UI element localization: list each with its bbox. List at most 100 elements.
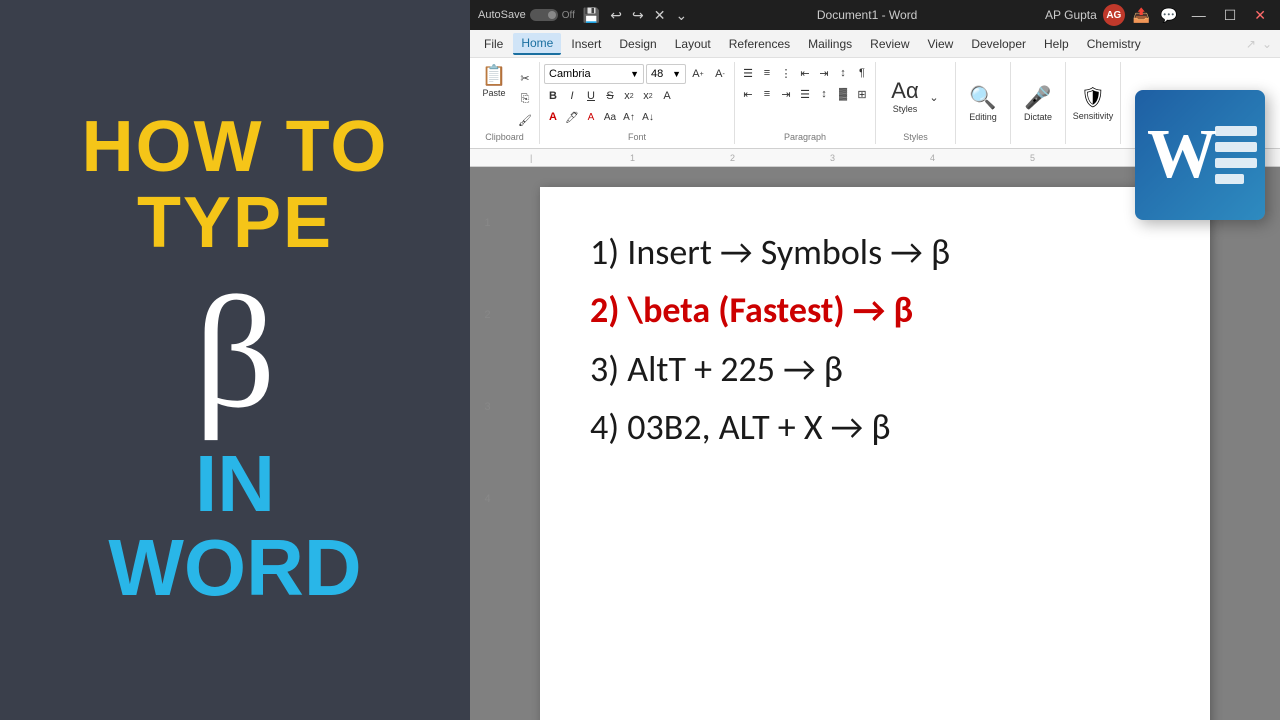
- strikethrough-button[interactable]: S: [601, 87, 619, 105]
- doc-title: Document1 - Word: [695, 8, 1039, 22]
- subtitle-line2: WORD: [108, 526, 361, 610]
- multilevel-button[interactable]: ⋮: [777, 64, 795, 82]
- save-icon[interactable]: 💾: [581, 7, 602, 24]
- format-painter-button[interactable]: 🖌: [515, 110, 535, 130]
- copy-button[interactable]: ⎘: [515, 89, 535, 109]
- bold-button[interactable]: B: [544, 87, 562, 105]
- menu-chemistry[interactable]: Chemistry: [1079, 34, 1149, 54]
- shading-button[interactable]: A: [582, 108, 600, 126]
- doc-line-3: 3) AltT + 225 → β: [590, 344, 1160, 394]
- menu-help[interactable]: Help: [1036, 34, 1077, 54]
- italic-button[interactable]: I: [563, 87, 581, 105]
- left-margin: 1 2 3 4: [470, 167, 505, 720]
- superscript-button[interactable]: x2: [639, 87, 657, 105]
- styles-gallery-expand[interactable]: ⌄: [924, 87, 944, 107]
- align-center-button[interactable]: ≡: [758, 85, 776, 103]
- underline-button[interactable]: U: [582, 87, 600, 105]
- word-line-1: [1215, 126, 1257, 136]
- styles-label: Styles: [903, 130, 928, 142]
- editing-icon: 🔍: [969, 85, 996, 111]
- line-spacing-button[interactable]: ↕: [815, 85, 833, 103]
- word-line-2: [1215, 142, 1257, 152]
- autosave-toggle[interactable]: [530, 9, 558, 21]
- close-icon[interactable]: ✕: [652, 7, 668, 24]
- font-size-selector[interactable]: 48 ▼: [646, 64, 686, 84]
- collapse-ribbon-icon[interactable]: ⌄: [1260, 37, 1274, 51]
- autosave-area: AutoSave Off: [478, 9, 575, 21]
- autosave-label: AutoSave: [478, 9, 526, 21]
- editing-label: Editing: [969, 112, 997, 122]
- numbering-button[interactable]: ≡: [758, 64, 776, 82]
- dictate-group: 🎤 Dictate: [1011, 62, 1066, 144]
- clear-format-button[interactable]: A: [658, 87, 676, 105]
- font-label: Font: [628, 130, 646, 142]
- sensitivity-label: Sensitivity: [1073, 111, 1114, 121]
- word-line-4: [1215, 174, 1244, 184]
- menu-insert[interactable]: Insert: [563, 34, 609, 54]
- redo-icon[interactable]: ↪: [630, 7, 646, 24]
- undo-icon[interactable]: ↩: [608, 7, 624, 24]
- document-page[interactable]: 1) Insert → Symbols → β 2) \beta (Fastes…: [540, 187, 1210, 720]
- menu-view[interactable]: View: [920, 34, 962, 54]
- left-title: HOW TO TYPE: [82, 110, 389, 261]
- chevron-down-icon[interactable]: ⌄: [674, 7, 690, 24]
- borders-button[interactable]: ⊞: [853, 85, 871, 103]
- doc-line-2: 2) \beta (Fastest) → β: [590, 285, 1160, 335]
- word-logo-background: W: [1135, 90, 1265, 220]
- paste-icon: 📋: [482, 66, 507, 86]
- word-w-letter: W: [1147, 120, 1217, 190]
- justify-button[interactable]: ☰: [796, 85, 814, 103]
- menu-file[interactable]: File: [476, 34, 511, 54]
- menu-home[interactable]: Home: [513, 33, 561, 55]
- menu-developer[interactable]: Developer: [963, 34, 1034, 54]
- sort-button[interactable]: ↕: [834, 64, 852, 82]
- dictate-icon: 🎤: [1024, 85, 1051, 111]
- editing-group: 🔍 Editing: [956, 62, 1011, 144]
- title-line2: TYPE: [82, 186, 389, 262]
- beta-symbol-large: β: [194, 272, 275, 432]
- increase-indent-button[interactable]: ⇥: [815, 64, 833, 82]
- shrink-font2-button[interactable]: A↓: [639, 108, 657, 126]
- dictate-label: Dictate: [1024, 112, 1052, 122]
- menu-references[interactable]: References: [721, 34, 798, 54]
- document-area: 1 2 3 4 1) Insert → Symbols → β 2) \beta…: [470, 167, 1280, 720]
- grow-font-button[interactable]: A+: [688, 64, 708, 84]
- bullets-button[interactable]: ☰: [739, 64, 757, 82]
- menu-mailings[interactable]: Mailings: [800, 34, 860, 54]
- styles-button[interactable]: Aα Styles: [887, 78, 923, 116]
- show-hide-button[interactable]: ¶: [853, 64, 871, 82]
- subscript-button[interactable]: x2: [620, 87, 638, 105]
- clipboard-label: Clipboard: [485, 130, 524, 142]
- close-window-button[interactable]: ✕: [1248, 7, 1272, 24]
- share-ribbon-icon[interactable]: ↗: [1244, 37, 1258, 51]
- decrease-indent-button[interactable]: ⇤: [796, 64, 814, 82]
- menu-layout[interactable]: Layout: [667, 34, 719, 54]
- doc-line-4: 4) 03B2, ALT + X → β: [590, 402, 1160, 452]
- share-icon[interactable]: 📤: [1131, 7, 1152, 24]
- grow-font2-button[interactable]: A↑: [620, 108, 638, 126]
- subtitle-line1: IN: [108, 442, 361, 526]
- align-right-button[interactable]: ⇥: [777, 85, 795, 103]
- maximize-button[interactable]: ☐: [1218, 7, 1243, 24]
- shading2-button[interactable]: ▓: [834, 85, 852, 103]
- cut-button[interactable]: ✂: [515, 68, 535, 88]
- menu-design[interactable]: Design: [611, 34, 664, 54]
- styles-icon: Aα: [891, 80, 918, 102]
- highlight-button[interactable]: 🖊: [563, 108, 581, 126]
- paragraph-group: ☰ ≡ ⋮ ⇤ ⇥ ↕ ¶ ⇤ ≡ ⇥ ☰ ↕ ▓ ⊞ Pa: [735, 62, 876, 144]
- user-area: AP Gupta AG 📤 💬: [1045, 4, 1180, 26]
- comments-icon[interactable]: 💬: [1158, 7, 1179, 24]
- font-color-button[interactable]: A: [544, 108, 562, 126]
- word-logo-lines: [1215, 90, 1265, 220]
- menu-review[interactable]: Review: [862, 34, 917, 54]
- minimize-button[interactable]: —: [1186, 7, 1212, 23]
- username-label: AP Gupta: [1045, 8, 1097, 22]
- user-avatar[interactable]: AG: [1103, 4, 1125, 26]
- shrink-font-button[interactable]: A-: [710, 64, 730, 84]
- sensitivity-group: 🛡 Sensitivity: [1066, 62, 1121, 144]
- font-group: Cambria ▼ 48 ▼ A+ A- B I U S x2 x: [540, 62, 735, 144]
- paste-button[interactable]: 📋 Paste: [474, 64, 514, 100]
- change-case-button[interactable]: Aa: [601, 108, 619, 126]
- font-name-selector[interactable]: Cambria ▼: [544, 64, 644, 84]
- align-left-button[interactable]: ⇤: [739, 85, 757, 103]
